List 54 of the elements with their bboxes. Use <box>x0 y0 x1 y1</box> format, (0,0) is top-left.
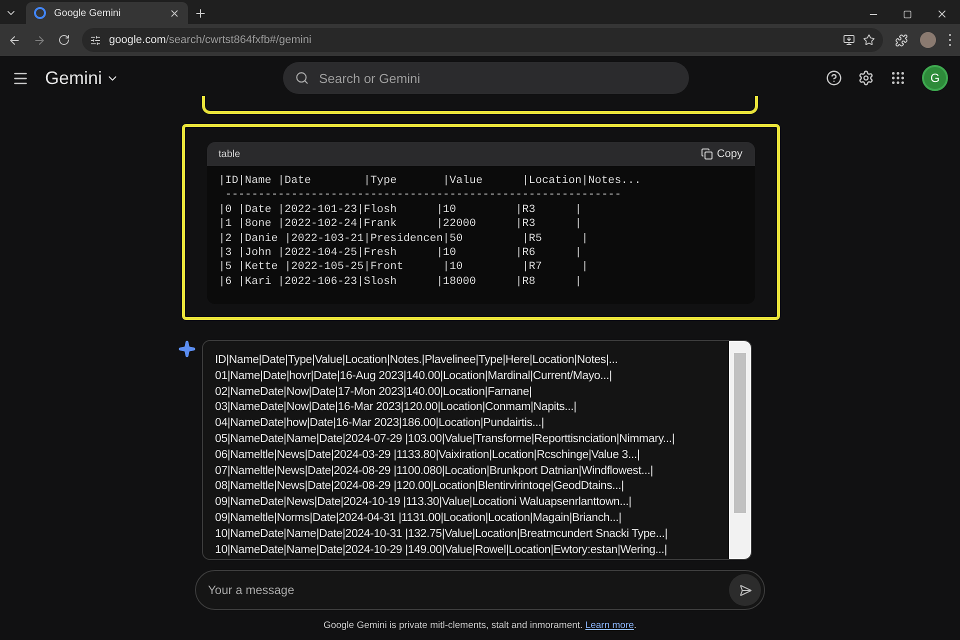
response-line: 08|Nameltle|News|Date|2024-08-29 |120.00|Location|Blentirvirintoqe|GeodDtains...| <box>215 479 624 494</box>
response-line: 10|NameDate|Name|Date|2024-10-31 |132.75|Value|Location|Breatmcundert Snacki Type...| <box>215 526 668 542</box>
response-line: 07|Nameltle|News|Date|2024-08-29 |1100.080|Location|Brunkport Datnian|Windflowest...| <box>215 464 653 479</box>
forward-icon[interactable] <box>33 34 46 46</box>
url-text: google.com/search/cwrtst864fxfb#/gemini <box>109 32 312 48</box>
response-line: 09|Nameltle|Norms|Date|2024-04-31 |1131.00|Location|Location|Magain|Brianch...| <box>215 510 622 526</box>
sparkle-icon <box>178 340 196 358</box>
bookmark-star-icon[interactable] <box>863 34 875 46</box>
site-info-icon[interactable] <box>90 34 101 46</box>
extensions-icon[interactable] <box>895 34 908 46</box>
code-line: |1 |8one |2022-102-24|Frank |22000 |R3 | <box>218 217 582 232</box>
reload-icon[interactable] <box>58 34 70 46</box>
learn-more-link[interactable]: Learn more <box>585 620 634 631</box>
code-language-label: table <box>218 148 240 162</box>
message-input[interactable]: Your a message <box>195 570 765 610</box>
scrollbar[interactable] <box>729 341 751 559</box>
help-icon[interactable] <box>826 70 842 86</box>
back-icon[interactable] <box>8 34 21 46</box>
maximize-icon[interactable] <box>903 10 912 18</box>
apps-grid-icon[interactable] <box>890 70 906 86</box>
plus-icon <box>194 6 206 20</box>
tab-title: Google Gemini <box>54 6 122 20</box>
account-avatar[interactable]: G <box>922 65 948 91</box>
search-icon <box>295 71 310 85</box>
code-line: |0 |Date |2022-101-23|Flosh |10 |R3 | <box>218 202 582 218</box>
browser-tab[interactable]: Google Gemini <box>26 2 188 24</box>
response-line: 05|NameDate|Name|Date|2024-07-29 |103.00|Value|Transforme|Reporttisnciation|Nimmary...| <box>215 432 675 447</box>
app-name-dropdown[interactable]: Gemini <box>45 64 120 92</box>
close-window-icon[interactable] <box>936 8 948 20</box>
code-line: |5 |Kette |2022-105-25|Front |10 |R7 | <box>218 260 588 275</box>
response-line: 02|NameDate|Now|Date|17-Mon 2023|140.00|Location|Farnane| <box>215 384 532 400</box>
profile-avatar[interactable] <box>920 32 936 48</box>
send-icon <box>738 584 752 596</box>
code-line: |ID|Name |Date |Type |Value |Location|Notes... <box>218 174 641 188</box>
close-icon[interactable] <box>169 8 180 18</box>
code-line: |2 |Danie |2022-103-21|Presidencen|50 |R5 | <box>218 232 588 246</box>
copy-icon <box>700 148 713 160</box>
more-menu-icon[interactable] <box>948 34 952 46</box>
response-line: 01|Name|Date|hovr|Date|16-Aug 2023|140.00|Location|Mardinal|Current/Mayo...| <box>215 368 612 384</box>
response-line: 06|Nameltle|News|Date|2024-03-29 |1133.80|Vaixiration|Location|Rcschinge|Value 3...| <box>215 448 640 463</box>
response-line: ID|Name|Date|Type|Value|Location|Notes.|Plavelinee|Type|Here|Location|Notes|... <box>215 353 618 368</box>
code-line: ------------------------------------------------------------ <box>224 188 622 203</box>
response-line: 03|NameDate|Now|Date|16-Mar 2023|120.00|Location|Conmam|Napits...| <box>215 400 576 416</box>
code-line: |6 |Kari |2022-106-23|Slosh |18000 |R8 | <box>218 274 582 290</box>
code-line: |3 |John |2022-104-25|Fresh |10 |R6 | <box>218 246 582 260</box>
address-bar[interactable]: google.com/search/cwrtst864fxfb#/gemini <box>82 28 883 52</box>
search-field[interactable]: Search or Gemini <box>283 62 690 94</box>
settings-icon[interactable] <box>858 70 874 86</box>
response-line: 10|NameDate|Name|Date|2024-10-29 |149.00|Value|Rowel|Location|Ewtory:estan|Wering...| <box>215 542 668 558</box>
response-line: 09|NameDate|News|Date|2024-10-19 |113.30|Value|Locationi Waluapsenrlanttown...| <box>215 495 632 510</box>
install-icon[interactable] <box>843 34 855 46</box>
copy-button[interactable]: Copy <box>700 146 742 162</box>
disclaimer-text: Google Gemini is private mitl-clements, stalt and inmorament. Learn more. <box>323 619 637 633</box>
response-line: 04|NameDate|how|Date|16-Mar 2023|186.00|Location|Pundairtis...| <box>215 416 544 432</box>
